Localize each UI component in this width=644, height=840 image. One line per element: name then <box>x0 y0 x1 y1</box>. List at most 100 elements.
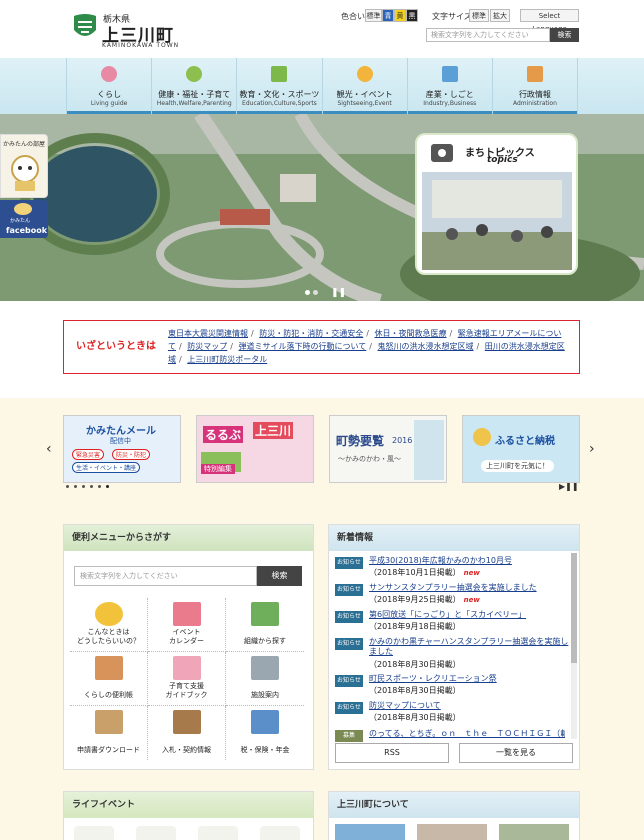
banner-rurubu[interactable]: るるぶ 上三川 特別編集 <box>196 415 314 483</box>
convenience-search-input[interactable]: 検索文字列を入力してください <box>74 566 257 586</box>
emergency-links: 東日本大震災関連情報 / 防災・防犯・消防・交通安全 / 休日・夜間救急医療 / 緊急… <box>168 329 565 364</box>
news-link[interactable]: サンサンスタンプラリー抽選会を実施しました <box>369 583 569 593</box>
news-date: （2018年9月18日掲載） <box>369 622 461 631</box>
clipboard-icon <box>94 710 123 734</box>
conv-childcare-guide[interactable]: 子育て支援 ガイドブック <box>148 652 226 706</box>
banner-title: かみたんメール <box>86 426 156 437</box>
carousel-dot[interactable] <box>106 485 109 488</box>
about-photo[interactable] <box>335 824 405 840</box>
kamitan-room-tab[interactable]: かみたんの部屋 <box>0 134 48 198</box>
news-date: （2018年8月30日掲載） <box>369 686 461 695</box>
conv-faq[interactable]: こんなときは どうしたらいいの？ <box>70 598 148 652</box>
conv-organization[interactable]: 組織から探す <box>226 598 304 652</box>
mayor-photo[interactable] <box>417 824 487 840</box>
banner-year: 2016 <box>392 436 413 445</box>
news-item[interactable]: お知らせ 防災マップについて （2018年8月30日掲載） <box>335 700 565 730</box>
news-item[interactable]: お知らせ 第6回放送「にっごり」と「スカイベリー」 （2018年9月18日掲載） <box>335 609 565 639</box>
site-search-button[interactable]: 検索 <box>550 28 579 42</box>
carousel-next-icon[interactable]: › <box>589 441 595 457</box>
news-title: 新着情報 <box>329 525 579 551</box>
banner-youran[interactable]: 町勢要覧 2016 〜かみのかわ・風〜 <box>329 415 447 483</box>
carousel-prev-icon[interactable]: ‹ <box>46 441 52 457</box>
conv-label: 税・保険・年金 <box>240 746 290 754</box>
color-yellow-button[interactable]: 黄 <box>394 9 406 22</box>
nav-administration[interactable]: 行政情報 Administration <box>491 58 579 114</box>
play-pause-icon[interactable]: ▶❚❚ <box>559 482 579 491</box>
conv-bidding[interactable]: 入札・契約情報 <box>148 706 226 760</box>
document-icon <box>251 710 279 734</box>
topics-photo <box>422 172 572 270</box>
color-blue-button[interactable]: 青 <box>382 9 394 22</box>
convenience-search-button[interactable]: 検索 <box>257 566 302 586</box>
news-list-button[interactable]: 一覧を見る <box>459 743 573 763</box>
banner-subtitle: 上三川町を元気に！ <box>481 460 554 472</box>
nav-health[interactable]: 健康・福祉・子育て Health,Welfare,Parenting <box>151 58 237 114</box>
site-search-input[interactable]: 検索文字列を入力してください <box>426 28 550 42</box>
news-link[interactable]: 町民スポーツ・レクリエーション祭 <box>369 674 569 684</box>
site-logo[interactable]: 栃木県 上三川町 KAMINOKAWA TOWN <box>72 8 212 50</box>
conv-forms-download[interactable]: 申請書ダウンロード <box>70 706 148 760</box>
carousel-dot[interactable] <box>66 485 69 488</box>
life-event-tile[interactable] <box>136 826 176 840</box>
news-panel: 新着情報 お知らせ 平成30(2018)年広報かみのかわ10月号 （2018年1… <box>328 524 580 770</box>
carousel-dot[interactable] <box>98 485 101 488</box>
nav-industry[interactable]: 産業・しごと Industry,Business <box>406 58 492 114</box>
emergency-link[interactable]: 休日・夜間救急医療 <box>375 329 447 338</box>
nav-living[interactable]: くらし Living guide <box>66 58 152 114</box>
news-link[interactable]: かみのかわ黒チャーハンスタンプラリー抽選会を実施しました <box>369 637 569 657</box>
conv-calendar[interactable]: イベント カレンダー <box>148 598 226 652</box>
news-item[interactable]: 募集 のってる、とちぎ。ｏｎ ｔｈｅ ＴＯＣＨＩＧＩ（載 <box>335 728 565 742</box>
banner-kamitan-mail[interactable]: かみたんメール 配信中 緊急災害 防災・防犯 生活・イベント・講座 <box>63 415 181 483</box>
life-event-tile[interactable] <box>260 826 300 840</box>
emergency-link[interactable]: 上三川町防災ポータル <box>187 355 267 364</box>
conv-living-handbook[interactable]: くらしの便利帳 <box>70 652 148 706</box>
pause-icon[interactable]: ❚❚ <box>331 288 346 298</box>
about-photo[interactable] <box>499 824 569 840</box>
select-language-button[interactable]: Select Language <box>520 9 579 33</box>
site-header: 栃木県 上三川町 KAMINOKAWA TOWN 色合い 標準 青 黄 黒 文字… <box>0 0 644 58</box>
mascot-icon <box>14 203 32 215</box>
fontsize-large-button[interactable]: 拡大 <box>490 9 510 22</box>
carousel-dot[interactable] <box>82 485 85 488</box>
facebook-tab[interactable]: かみたん facebook <box>0 200 48 238</box>
town-topics-card[interactable]: まちトピックス topics <box>415 133 578 275</box>
side-tab-small: かみたん <box>10 218 31 224</box>
life-event-tile[interactable] <box>198 826 238 840</box>
news-badge: お知らせ <box>335 638 363 650</box>
fontsize-standard-button[interactable]: 標準 <box>469 9 489 22</box>
carousel-dot[interactable] <box>74 485 77 488</box>
banner-furusato[interactable]: ふるさと納税 上三川町を元気に！ <box>462 415 580 483</box>
news-scrollbar-thumb[interactable] <box>571 553 577 663</box>
news-link[interactable]: のってる、とちぎ。ｏｎ ｔｈｅ ＴＯＣＨＩＧＩ（載 <box>369 729 565 739</box>
news-link[interactable]: 防災マップについて <box>369 701 569 711</box>
slide-dot[interactable] <box>305 290 310 295</box>
nav-sightseeing[interactable]: 観光・イベント Sightseeing,Event <box>321 58 407 114</box>
news-item[interactable]: お知らせ 平成30(2018)年広報かみのかわ10月号 （2018年10月1日掲… <box>335 555 565 585</box>
emergency-link[interactable]: 弾道ミサイル落下時の行動について <box>239 342 367 351</box>
news-badge: お知らせ <box>335 702 363 714</box>
conv-facilities[interactable]: 施設案内 <box>226 652 304 706</box>
slide-dot[interactable] <box>313 290 318 295</box>
conv-label: こんなときは どうしたらいいの？ <box>77 628 140 645</box>
emergency-link[interactable]: 防災・防犯・消防・交通安全 <box>259 329 363 338</box>
color-black-button[interactable]: 黒 <box>406 9 418 22</box>
new-badge: new <box>463 569 480 577</box>
town-emblem-icon <box>74 14 96 36</box>
factory-icon <box>441 66 458 82</box>
news-item[interactable]: お知らせ 町民スポーツ・レクリエーション祭 （2018年8月30日掲載） <box>335 673 565 703</box>
carousel-dot[interactable] <box>90 485 93 488</box>
emergency-link[interactable]: 東日本大震災関連情報 <box>168 329 248 338</box>
nav-education[interactable]: 教育・文化・スポーツ Education,Culture,Sports <box>236 58 322 114</box>
news-link[interactable]: 平成30(2018)年広報かみのかわ10月号 <box>369 556 569 566</box>
news-item[interactable]: お知らせ サンサンスタンプラリー抽選会を実施しました （2018年9月25日掲載… <box>335 582 565 612</box>
conv-tax-insurance[interactable]: 税・保険・年金 <box>226 706 304 760</box>
calendar-icon <box>172 602 201 626</box>
emergency-link[interactable]: 鬼怒川の洪水浸水想定区域 <box>378 342 474 351</box>
life-event-tile[interactable] <box>74 826 114 840</box>
rss-button[interactable]: RSS <box>335 743 449 763</box>
news-link[interactable]: 第6回放送「にっごり」と「スカイベリー」 <box>369 610 569 620</box>
news-badge: お知らせ <box>335 557 363 569</box>
emergency-link[interactable]: 防災マップ <box>187 342 227 351</box>
news-item[interactable]: お知らせ かみのかわ黒チャーハンスタンプラリー抽選会を実施しました （2018年… <box>335 636 568 676</box>
color-standard-button[interactable]: 標準 <box>365 9 382 22</box>
